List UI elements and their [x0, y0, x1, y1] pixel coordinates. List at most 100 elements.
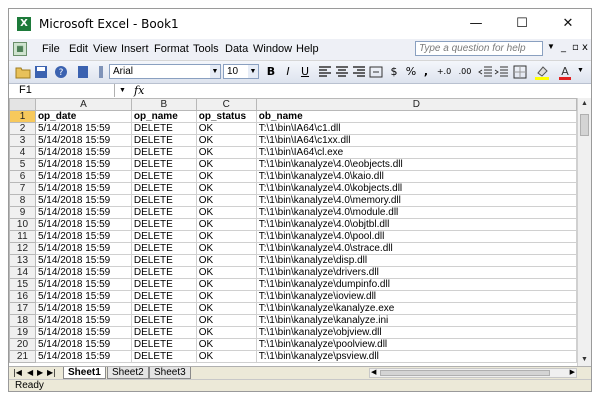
cell[interactable]: OK	[195, 242, 257, 255]
align-left-icon[interactable]	[317, 64, 333, 80]
tab-sheet1[interactable]: Sheet1	[63, 367, 106, 379]
align-right-icon[interactable]	[351, 64, 367, 80]
help-question-input[interactable]: Type a question for help	[415, 41, 543, 56]
cell[interactable]: DELETE	[130, 194, 197, 207]
column-header-b[interactable]: B	[130, 98, 197, 111]
underline-button[interactable]: U	[298, 64, 312, 80]
insert-function-icon[interactable]: fx	[134, 84, 144, 97]
row-header[interactable]: 11	[9, 230, 36, 243]
scroll-left-icon[interactable]: ◀	[371, 368, 376, 378]
cell[interactable]: 5/14/2018 15:59	[34, 170, 132, 183]
row-header[interactable]: 21	[9, 350, 36, 363]
toolbar-options-icon[interactable]	[75, 64, 91, 80]
cell[interactable]: DELETE	[130, 338, 197, 351]
cell[interactable]: DELETE	[130, 350, 197, 363]
cell[interactable]: OK	[195, 278, 257, 291]
cell[interactable]: OK	[195, 146, 257, 159]
italic-button[interactable]: I	[281, 64, 295, 80]
cell[interactable]: T:\1\bin\kanalyze\poolview.dll	[255, 338, 577, 351]
row-header[interactable]: 7	[9, 182, 36, 195]
chevron-down-icon[interactable]: ▼	[119, 84, 126, 97]
workbook-icon[interactable]: ▦	[13, 42, 27, 56]
chevron-down-icon[interactable]: ▼	[248, 65, 258, 78]
cell[interactable]: ob_name	[255, 110, 577, 123]
cell[interactable]: op_name	[130, 110, 197, 123]
cell[interactable]: T:\1\bin\kanalyze\4.0\kobjects.dll	[255, 182, 577, 195]
prev-sheet-icon[interactable]: ◀	[27, 367, 33, 379]
chevron-down-icon[interactable]: ▼	[210, 65, 220, 78]
cell[interactable]: DELETE	[130, 122, 197, 135]
cell[interactable]: 5/14/2018 15:59	[34, 218, 132, 231]
bold-button[interactable]: B	[264, 64, 278, 80]
row-header[interactable]: 13	[9, 254, 36, 267]
font-name-select[interactable]: Arial ▼	[109, 64, 221, 79]
cell[interactable]: T:\1\bin\IA64\c1xx.dll	[255, 134, 577, 147]
cell[interactable]: OK	[195, 206, 257, 219]
maximize-button[interactable]: ☐	[499, 9, 545, 39]
cell[interactable]: T:\1\bin\kanalyze\4.0\module.dll	[255, 206, 577, 219]
cell[interactable]: 5/14/2018 15:59	[34, 146, 132, 159]
save-icon[interactable]	[33, 64, 49, 80]
cell[interactable]: OK	[195, 302, 257, 315]
cell[interactable]: OK	[195, 230, 257, 243]
cell[interactable]: OK	[195, 218, 257, 231]
font-color-icon[interactable]: A	[557, 64, 573, 80]
cell[interactable]: OK	[195, 122, 257, 135]
cell[interactable]: DELETE	[130, 230, 197, 243]
cell[interactable]: T:\1\bin\kanalyze\4.0\kaio.dll	[255, 170, 577, 183]
hscroll-thumb[interactable]	[380, 370, 550, 376]
row-header[interactable]: 10	[9, 218, 36, 231]
borders-icon[interactable]	[512, 64, 528, 80]
cell[interactable]: DELETE	[130, 302, 197, 315]
minimize-button[interactable]: —	[453, 9, 499, 39]
row-header[interactable]: 12	[9, 242, 36, 255]
column-header-d[interactable]: D	[255, 98, 577, 111]
menu-window[interactable]: Window	[253, 43, 292, 55]
horizontal-scrollbar[interactable]: ◀ ▶	[369, 368, 577, 378]
row-header[interactable]: 6	[9, 170, 36, 183]
menu-insert[interactable]: Insert	[121, 43, 149, 55]
cell[interactable]: OK	[195, 170, 257, 183]
cell[interactable]: 5/14/2018 15:59	[34, 338, 132, 351]
cell[interactable]: op_date	[34, 110, 132, 123]
cell[interactable]: OK	[195, 338, 257, 351]
row-header[interactable]: 1	[9, 110, 36, 123]
cell[interactable]: T:\1\bin\kanalyze\kanalyze.ini	[255, 314, 577, 327]
cell[interactable]: 5/14/2018 15:59	[34, 206, 132, 219]
scroll-thumb[interactable]	[580, 114, 589, 136]
last-sheet-icon[interactable]: ▶|	[47, 367, 56, 379]
cell[interactable]: T:\1\bin\kanalyze\disp.dll	[255, 254, 577, 267]
row-header[interactable]: 17	[9, 302, 36, 315]
tab-sheet3[interactable]: Sheet3	[149, 367, 191, 379]
cell[interactable]: OK	[195, 266, 257, 279]
row-header[interactable]: 8	[9, 194, 36, 207]
cell[interactable]: 5/14/2018 15:59	[34, 182, 132, 195]
cell[interactable]: 5/14/2018 15:59	[34, 122, 132, 135]
cell[interactable]: 5/14/2018 15:59	[34, 266, 132, 279]
cell[interactable]: 5/14/2018 15:59	[34, 350, 132, 363]
comma-style-button[interactable]: ,	[421, 64, 431, 80]
cell[interactable]: DELETE	[130, 218, 197, 231]
cell[interactable]: OK	[195, 134, 257, 147]
cell[interactable]: T:\1\bin\kanalyze\4.0\memory.dll	[255, 194, 577, 207]
cell[interactable]: DELETE	[130, 254, 197, 267]
cell[interactable]: DELETE	[130, 278, 197, 291]
cell[interactable]: 5/14/2018 15:59	[34, 290, 132, 303]
toolbar-grip-icon[interactable]	[97, 64, 105, 80]
decrease-decimal-button[interactable]: .00	[455, 64, 475, 80]
cell[interactable]: T:\1\bin\kanalyze\kanalyze.exe	[255, 302, 577, 315]
increase-decimal-button[interactable]: +.0	[434, 64, 454, 80]
cell[interactable]: T:\1\bin\kanalyze\4.0\strace.dll	[255, 242, 577, 255]
row-header[interactable]: 19	[9, 326, 36, 339]
next-sheet-icon[interactable]: ▶	[37, 367, 43, 379]
cell[interactable]: 5/14/2018 15:59	[34, 158, 132, 171]
cell[interactable]: DELETE	[130, 170, 197, 183]
cell[interactable]: 5/14/2018 15:59	[34, 326, 132, 339]
cell[interactable]: T:\1\bin\IA64\c1.dll	[255, 122, 577, 135]
worksheet-grid[interactable]: A B C D 1 op_date op_name op_status ob_n…	[9, 98, 577, 366]
column-header-a[interactable]: A	[34, 98, 132, 111]
cell[interactable]: OK	[195, 254, 257, 267]
doc-minimize-button[interactable]: _	[561, 42, 566, 53]
cell[interactable]: 5/14/2018 15:59	[34, 230, 132, 243]
cell[interactable]: OK	[195, 194, 257, 207]
